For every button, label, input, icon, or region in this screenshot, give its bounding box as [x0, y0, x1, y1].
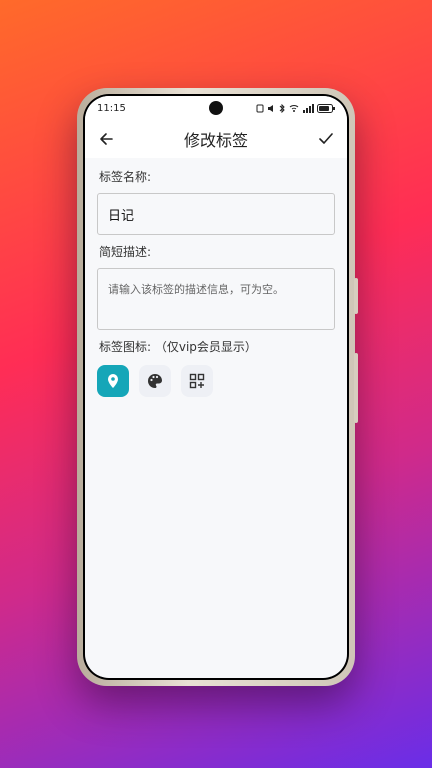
phone-frame: 11:15 修改标签 标签名称: 日记 简短描述: 请输入该标签的描述信息，可为…	[77, 88, 358, 686]
name-value: 日记	[108, 208, 135, 224]
status-icons	[256, 103, 335, 113]
qr-add-icon	[189, 373, 205, 389]
status-bar: 11:15	[85, 96, 347, 120]
location-icon	[108, 374, 118, 388]
confirm-button[interactable]	[315, 128, 337, 150]
signal-icon	[303, 103, 314, 113]
back-button[interactable]	[95, 128, 117, 150]
icon-option-palette[interactable]	[139, 365, 171, 397]
icon-picker	[97, 365, 335, 397]
icon-option-qr-add[interactable]	[181, 365, 213, 397]
wifi-icon	[289, 104, 299, 112]
name-label: 标签名称:	[99, 170, 152, 184]
description-placeholder: 请输入该标签的描述信息，可为空。	[108, 283, 284, 296]
app-display: 11:15 修改标签 标签名称: 日记 简短描述: 请输入该标签的描述信息，可为…	[85, 96, 347, 678]
icon-option-location[interactable]	[97, 365, 129, 397]
volume-button	[354, 278, 358, 314]
edit-form: 标签名称: 日记 简短描述: 请输入该标签的描述信息，可为空。 标签图标: （仅…	[85, 158, 347, 405]
description-input[interactable]: 请输入该标签的描述信息，可为空。	[97, 268, 335, 330]
power-button	[354, 353, 358, 423]
description-label: 简短描述:	[99, 245, 152, 259]
palette-icon	[148, 374, 162, 388]
check-icon	[319, 133, 333, 144]
icon-label: 标签图标: （仅vip会员显示）	[99, 340, 257, 354]
page-title: 修改标签	[183, 131, 248, 150]
battery-icon	[317, 103, 335, 113]
app-bar: 修改标签	[85, 120, 347, 158]
status-time: 11:15	[97, 102, 126, 114]
bluetooth-icon	[279, 103, 285, 113]
front-camera	[209, 101, 223, 115]
nfc-icon	[256, 104, 264, 112]
name-input[interactable]: 日记	[97, 193, 335, 235]
arrow-left-icon	[100, 133, 113, 145]
mute-icon	[268, 104, 273, 112]
screen: 11:15 修改标签 标签名称: 日记 简短描述: 请输入该标签的描述信息，可为…	[83, 94, 349, 680]
